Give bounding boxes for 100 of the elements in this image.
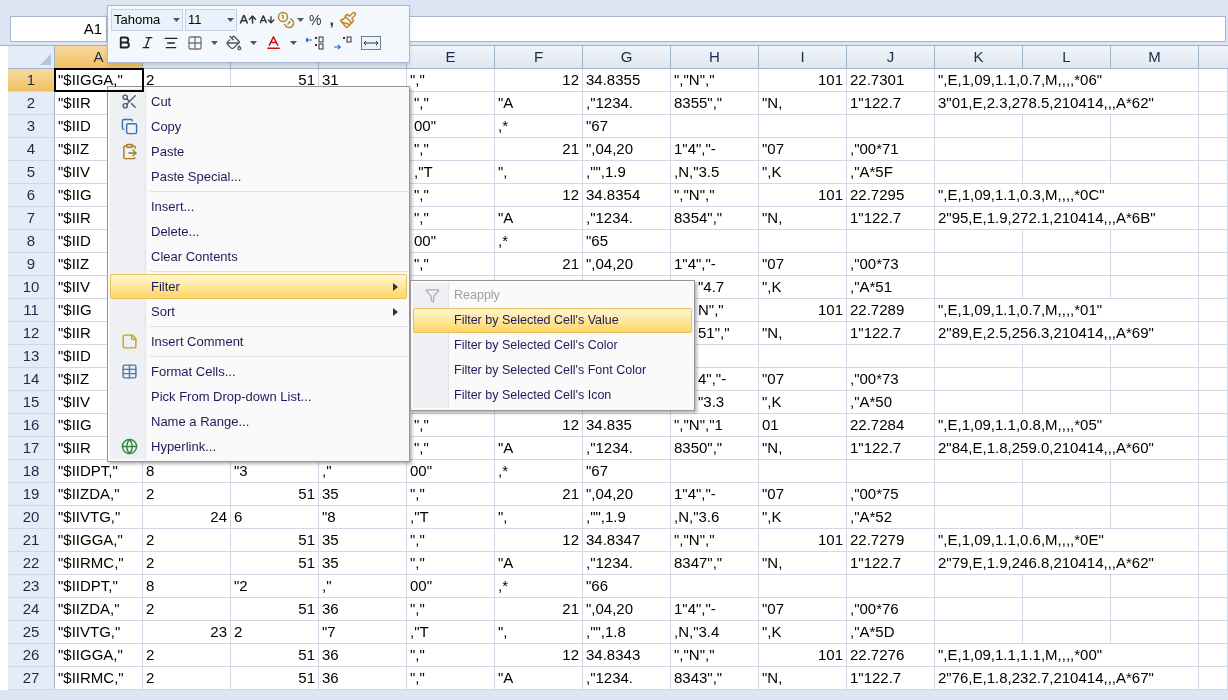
row-header[interactable]: 8 [8, 230, 55, 252]
table-cell: "2 [231, 575, 319, 597]
row-header[interactable]: 4 [8, 138, 55, 160]
row-header[interactable]: 7 [8, 207, 55, 229]
table-cell: 2"76,E,1.8,232.7,210414,,,A*67" [935, 667, 1199, 689]
table-cell: "N, [759, 207, 847, 229]
table-cell: ",04,20 [583, 598, 671, 620]
table-cell: 12 [495, 529, 583, 551]
row-header[interactable]: 21 [8, 529, 55, 551]
table-cell: ",E,1,09,1.1,0.8,M,,,,*05" [935, 414, 1199, 436]
row-header[interactable]: 16 [8, 414, 55, 436]
table-cell: 3"01,E,2.3,278.5,210414,,,A*62" [935, 92, 1199, 114]
table-cell: "," [407, 667, 495, 689]
column-header[interactable]: L [1023, 46, 1111, 68]
column-header[interactable]: J [847, 46, 935, 68]
row-header[interactable]: 2 [8, 92, 55, 114]
table-cell: 1"122.7 [847, 667, 935, 689]
row-header[interactable]: 27 [8, 667, 55, 689]
row-header[interactable]: 3 [8, 115, 55, 137]
dropdown-caret-icon[interactable] [297, 18, 304, 22]
table-cell: ,"00*76 [847, 598, 935, 620]
table-cell: 1"122.7 [847, 207, 935, 229]
row-header[interactable]: 17 [8, 437, 55, 459]
fill-color-icon[interactable] [226, 34, 242, 51]
table-cell: 1"4","- [671, 598, 759, 620]
dropdown-caret-icon[interactable] [173, 18, 180, 22]
table-cell: 36 [319, 667, 407, 689]
row-header[interactable]: 22 [8, 552, 55, 574]
row-header[interactable]: 15 [8, 391, 55, 413]
table-cell: 1"4","- [671, 483, 759, 505]
menu-item[interactable]: Filter by Selected Cell's Value [413, 308, 692, 333]
row-header[interactable]: 9 [8, 253, 55, 275]
table-cell: 22.7295 [847, 184, 935, 206]
table-cell: 8343"," [671, 667, 759, 689]
filter-icon [424, 288, 440, 303]
globe-icon [120, 438, 138, 455]
table-cell: "A [495, 552, 583, 574]
row-header[interactable]: 6 [8, 184, 55, 206]
column-header[interactable]: I [759, 46, 847, 68]
decrease-decimal-icon[interactable] [333, 35, 353, 50]
table-cell: 24 [143, 506, 231, 528]
table-cell: 2 [143, 644, 231, 666]
bold-icon[interactable] [117, 35, 132, 50]
row-header[interactable]: 19 [8, 483, 55, 505]
comma-button[interactable]: , [326, 9, 337, 31]
row-header[interactable]: 5 [8, 161, 55, 183]
row-header[interactable]: 13 [8, 345, 55, 367]
table-cell: 8 [143, 575, 231, 597]
table-cell: 21 [495, 598, 583, 620]
percent-button[interactable]: % [306, 9, 325, 31]
row-header[interactable]: 23 [8, 575, 55, 597]
menu-item[interactable]: Filter [110, 274, 407, 299]
table-cell: 35 [319, 529, 407, 551]
font-size-field[interactable]: 11 [185, 9, 237, 31]
row-header[interactable]: 12 [8, 322, 55, 344]
column-header[interactable]: E [407, 46, 495, 68]
row-header[interactable]: 20 [8, 506, 55, 528]
row-header[interactable]: 11 [8, 299, 55, 321]
table-cell: 101 [759, 529, 847, 551]
table-cell: ,"00*73 [847, 368, 935, 390]
borders-icon[interactable] [187, 34, 203, 51]
table-cell: ,N,"3.4 [671, 621, 759, 643]
table-cell: 34.8355 [583, 69, 671, 91]
paintbrush-icon[interactable] [338, 11, 357, 29]
column-header[interactable]: M [1111, 46, 1199, 68]
column-header[interactable]: H [671, 46, 759, 68]
column-header[interactable]: G [583, 46, 671, 68]
table-cell: ,N,"3.5 [671, 161, 759, 183]
row-header[interactable]: 10 [8, 276, 55, 298]
row-header[interactable]: 25 [8, 621, 55, 643]
table-cell: 2"95,E,1.9,272.1,210414,,,A*6B" [935, 207, 1199, 229]
table-cell: "," [407, 644, 495, 666]
table-cell: "," [407, 483, 495, 505]
column-header[interactable]: F [495, 46, 583, 68]
row-header[interactable]: 1 [8, 69, 55, 91]
table-cell: "," [407, 598, 495, 620]
italic-icon[interactable] [140, 35, 155, 50]
table-cell: "N, [759, 667, 847, 689]
increase-decimal-icon[interactable] [305, 35, 325, 50]
table-cell: 101 [759, 644, 847, 666]
name-box[interactable]: A1 [10, 16, 107, 42]
table-cell: "A [495, 437, 583, 459]
table-cell: 01 [759, 414, 847, 436]
row-header[interactable]: 26 [8, 644, 55, 666]
table-cell: 22.7279 [847, 529, 935, 551]
table-cell: 8347"," [671, 552, 759, 574]
table-cell: "$IIZDA," [55, 483, 143, 505]
dropdown-caret-icon[interactable] [227, 18, 234, 22]
font-color-icon[interactable] [265, 34, 282, 51]
merge-center-icon[interactable] [361, 35, 381, 50]
font-name-field[interactable]: Tahoma [111, 9, 183, 31]
row-header[interactable]: 24 [8, 598, 55, 620]
table-cell: 2"84,E,1.8,259.0,210414,,,A*60" [935, 437, 1199, 459]
table-cell: 2 [143, 598, 231, 620]
table-cell: 34.8354 [583, 184, 671, 206]
table-cell: "$IIVTG," [55, 506, 143, 528]
column-header[interactable]: K [935, 46, 1023, 68]
table-cell: "$IIGGA," [55, 529, 143, 551]
row-header[interactable]: 18 [8, 460, 55, 482]
row-header[interactable]: 14 [8, 368, 55, 390]
